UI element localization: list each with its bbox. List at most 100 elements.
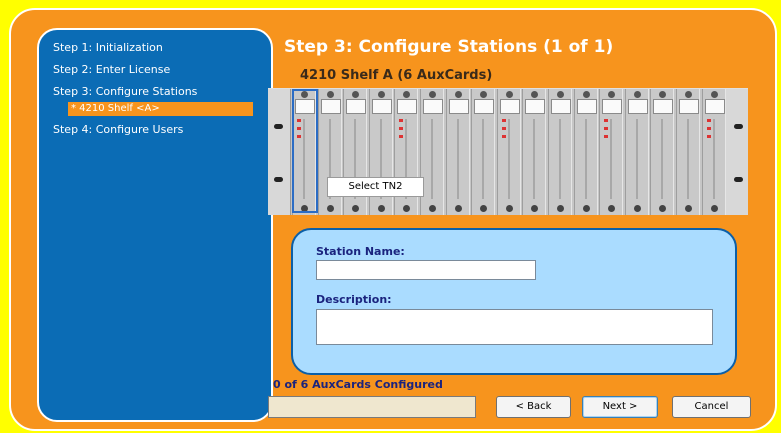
card-top-screw — [455, 91, 462, 98]
shelf-card-slot[interactable] — [599, 89, 623, 215]
card-groove — [636, 119, 638, 199]
shelf-right-ear — [725, 89, 748, 215]
card-label-plate — [397, 99, 417, 114]
card-groove — [508, 119, 510, 199]
back-button[interactable]: < Back — [496, 396, 571, 418]
card-label-plate — [525, 99, 545, 114]
station-name-label: Station Name: — [316, 245, 405, 258]
shelf-card-slot[interactable] — [702, 89, 726, 215]
card-label-plate — [602, 99, 622, 114]
card-groove — [661, 119, 663, 199]
station-form-panel: Station Name: Description: — [291, 228, 737, 375]
card-bottom-screw — [583, 205, 590, 212]
card-led — [604, 127, 608, 130]
shelf-left-ear — [268, 89, 291, 215]
sidebar-step-configure-users[interactable]: Step 4: Configure Users — [53, 123, 183, 136]
sidebar-step-enter-license[interactable]: Step 2: Enter License — [53, 63, 170, 76]
card-label-plate — [628, 99, 648, 114]
card-bottom-screw — [403, 205, 410, 212]
card-groove — [610, 119, 612, 199]
card-top-screw — [327, 91, 334, 98]
card-label-plate — [653, 99, 673, 114]
mount-hole — [274, 124, 283, 129]
card-top-screw — [659, 91, 666, 98]
card-bottom-screw — [455, 205, 462, 212]
card-label-plate — [679, 99, 699, 114]
card-groove — [585, 119, 587, 199]
card-label-plate — [577, 99, 597, 114]
card-led — [604, 119, 608, 122]
sidebar-step-configure-stations[interactable]: Step 3: Configure Stations — [53, 85, 197, 98]
mount-hole — [734, 124, 743, 129]
card-bottom-screw — [634, 205, 641, 212]
shelf-card-slot[interactable] — [625, 89, 649, 215]
card-bottom-screw — [506, 205, 513, 212]
shelf-card-slot[interactable] — [497, 89, 521, 215]
selected-card-slot[interactable] — [292, 89, 318, 213]
shelf-card-slot[interactable] — [471, 89, 495, 215]
card-top-screw — [403, 91, 410, 98]
card-groove — [713, 119, 715, 199]
card-led — [604, 135, 608, 138]
card-bottom-screw — [480, 205, 487, 212]
card-label-plate — [449, 99, 469, 114]
card-bottom-screw — [327, 205, 334, 212]
card-led — [707, 119, 711, 122]
station-name-input[interactable] — [316, 260, 536, 280]
card-top-screw — [506, 91, 513, 98]
sidebar-subitem-shelf-a[interactable]: * 4210 Shelf <A> — [68, 102, 253, 116]
shelf-card-slot[interactable] — [574, 89, 598, 215]
card-label-plate — [423, 99, 443, 114]
card-label-plate — [474, 99, 494, 114]
card-label-plate — [321, 99, 341, 114]
card-led — [502, 135, 506, 138]
card-top-screw — [634, 91, 641, 98]
shelf-title: 4210 Shelf A (6 AuxCards) — [300, 68, 493, 83]
card-label-plate — [372, 99, 392, 114]
card-bottom-screw — [659, 205, 666, 212]
configuration-progress-bar — [268, 396, 476, 418]
select-tn2-button[interactable]: Select TN2 — [327, 177, 424, 197]
card-bottom-screw — [711, 205, 718, 212]
card-groove — [687, 119, 689, 199]
card-top-screw — [531, 91, 538, 98]
mount-hole — [734, 177, 743, 182]
card-top-screw — [685, 91, 692, 98]
page-title: Step 3: Configure Stations (1 of 1) — [284, 37, 614, 57]
card-groove — [559, 119, 561, 199]
card-top-screw — [378, 91, 385, 98]
card-top-screw — [711, 91, 718, 98]
shelf-card-slot[interactable] — [676, 89, 700, 215]
mount-hole — [274, 177, 283, 182]
card-top-screw — [608, 91, 615, 98]
card-bottom-screw — [531, 205, 538, 212]
card-groove — [533, 119, 535, 199]
card-label-plate — [346, 99, 366, 114]
wizard-sidebar: Step 1: Initialization Step 2: Enter Lic… — [37, 28, 273, 422]
card-label-plate — [500, 99, 520, 114]
card-groove — [457, 119, 459, 199]
description-input[interactable] — [316, 309, 713, 345]
card-groove — [482, 119, 484, 199]
cancel-button[interactable]: Cancel — [672, 396, 751, 418]
shelf-card-slot[interactable] — [522, 89, 546, 215]
card-top-screw — [352, 91, 359, 98]
next-button[interactable]: Next > — [582, 396, 658, 418]
card-top-screw — [480, 91, 487, 98]
shelf-card-slot[interactable] — [650, 89, 674, 215]
card-top-screw — [583, 91, 590, 98]
shelf-card-slot[interactable] — [548, 89, 572, 215]
card-led — [399, 135, 403, 138]
card-led — [399, 127, 403, 130]
card-label-plate — [705, 99, 725, 114]
shelf-card-slot[interactable] — [446, 89, 470, 215]
card-led — [502, 127, 506, 130]
sidebar-step-initialization[interactable]: Step 1: Initialization — [53, 41, 163, 54]
card-bottom-screw — [352, 205, 359, 212]
card-led — [502, 119, 506, 122]
card-top-screw — [557, 91, 564, 98]
card-bottom-screw — [608, 205, 615, 212]
card-bottom-screw — [429, 205, 436, 212]
card-led — [399, 119, 403, 122]
card-bottom-screw — [378, 205, 385, 212]
